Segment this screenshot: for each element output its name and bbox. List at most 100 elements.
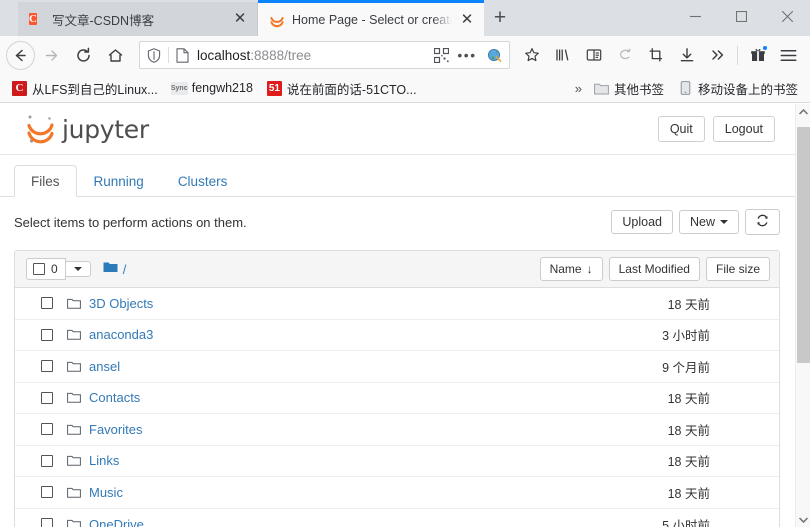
bookmark-star-icon[interactable]	[516, 40, 547, 70]
shield-icon[interactable]	[140, 47, 168, 63]
quit-button[interactable]: Quit	[657, 116, 705, 142]
sort-by-modified-button[interactable]: Last Modified	[608, 257, 700, 281]
ellipsis-icon[interactable]: •••	[454, 48, 480, 62]
tab-running[interactable]: Running	[77, 165, 161, 197]
file-name-link[interactable]: Music	[89, 485, 123, 500]
row-checkbox[interactable]	[41, 486, 53, 499]
download-icon[interactable]	[671, 40, 702, 70]
row-checkbox[interactable]	[41, 423, 53, 436]
table-row[interactable]: Music 18 天前	[15, 477, 779, 509]
row-checkbox[interactable]	[41, 328, 53, 341]
browser-toolbar-icons	[516, 40, 804, 70]
reader-view-icon[interactable]	[578, 40, 609, 70]
bookmark-mobile-folder-label: 移动设备上的书签	[697, 82, 798, 97]
jupyter-header: jupyter Quit Logout	[0, 104, 795, 155]
library-icon[interactable]	[547, 40, 578, 70]
select-all-button[interactable]: 0	[26, 258, 66, 280]
close-icon[interactable]: ✕	[232, 11, 248, 27]
address-bar[interactable]: localhost:8888/tree •••	[139, 41, 510, 69]
overflow-chevrons-icon[interactable]	[702, 40, 733, 70]
scroll-down-arrow-icon[interactable]	[796, 512, 810, 527]
row-checkbox[interactable]	[41, 518, 53, 527]
tab-clusters[interactable]: Clusters	[161, 165, 245, 197]
file-name-link[interactable]: Contacts	[89, 390, 140, 405]
qr-code-icon[interactable]	[430, 47, 452, 63]
file-name-link[interactable]: ansel	[89, 359, 120, 374]
breadcrumb-root[interactable]: /	[123, 262, 127, 277]
hamburger-menu-icon[interactable]	[773, 40, 804, 70]
table-row[interactable]: anaconda3 3 小时前	[15, 320, 779, 351]
back-icon[interactable]	[6, 40, 35, 70]
row-checkbox[interactable]	[41, 454, 53, 467]
sort-by-size-button[interactable]: File size	[705, 257, 770, 281]
row-checkbox[interactable]	[41, 391, 53, 404]
selected-count: 0	[51, 262, 58, 276]
file-modified: 3 小时前	[662, 329, 710, 344]
bookmarks-overflow-icon[interactable]: »	[571, 81, 586, 96]
close-icon[interactable]: ✕	[459, 11, 475, 28]
bookmark-other-folder-label: 其他书签	[613, 82, 664, 97]
file-modified: 5 小时前	[662, 518, 710, 527]
upload-button[interactable]: Upload	[611, 210, 673, 234]
forward-icon	[36, 40, 67, 70]
table-row[interactable]: ansel 9 个月前	[15, 351, 779, 383]
notification-dot	[762, 45, 768, 51]
file-name-link[interactable]: anaconda3	[89, 327, 153, 342]
refresh-button[interactable]	[745, 209, 780, 235]
home-icon[interactable]	[100, 40, 131, 70]
chevron-down-icon	[720, 220, 728, 224]
jupyter-icon	[269, 12, 285, 28]
bookmark-item-1[interactable]: Sync fengwh218	[166, 79, 259, 98]
window-controls	[672, 0, 810, 33]
browser-tab-2[interactable]: Home Page - Select or create ✕	[258, 0, 484, 36]
file-list: 0 / Name ↓ Last Modified File size 3D Ob…	[14, 250, 780, 527]
table-row[interactable]: Contacts 18 天前	[15, 383, 779, 414]
new-dropdown-button[interactable]: New	[678, 210, 739, 234]
scrollbar-thumb[interactable]	[797, 127, 810, 363]
bookmark-other-folder[interactable]: 其他书签	[588, 77, 670, 100]
table-row[interactable]: OneDrive 5 小时前	[15, 509, 779, 527]
table-row[interactable]: 3D Objects 18 天前	[15, 288, 779, 320]
file-name-link[interactable]: 3D Objects	[89, 296, 153, 311]
folder-icon	[67, 487, 81, 498]
minimize-button[interactable]	[672, 0, 718, 33]
file-name-link[interactable]: Links	[89, 453, 119, 468]
file-name-link[interactable]: OneDrive	[89, 517, 144, 527]
new-tab-button[interactable]: +	[484, 3, 516, 33]
toolbar-divider	[737, 45, 738, 65]
globe-icon[interactable]	[482, 48, 506, 63]
tab-strip: C 写文章-CSDN博客 ✕ Home Page - Select or cre…	[0, 0, 810, 36]
close-button[interactable]	[764, 0, 810, 33]
mobile-icon	[678, 81, 693, 96]
vertical-scrollbar[interactable]	[795, 104, 810, 527]
refresh-icon	[756, 214, 769, 230]
gift-icon[interactable]	[742, 40, 773, 70]
bookmark-item-2[interactable]: 51 说在前面的话-51CTO...	[261, 77, 423, 100]
scroll-up-arrow-icon[interactable]	[796, 104, 810, 119]
table-row[interactable]: Links 18 天前	[15, 446, 779, 477]
screenshot-icon[interactable]	[640, 40, 671, 70]
pocket-icon[interactable]	[609, 40, 640, 70]
bookmark-item-0[interactable]: C 从LFS到自己的Linux...	[6, 77, 164, 100]
maximize-button[interactable]	[718, 0, 764, 33]
file-name-link[interactable]: Favorites	[89, 422, 142, 437]
logout-button[interactable]: Logout	[712, 116, 775, 142]
scrollbar-track[interactable]	[796, 119, 810, 512]
row-checkbox[interactable]	[41, 297, 53, 310]
file-modified: 18 天前	[667, 297, 710, 312]
tab-files[interactable]: Files	[14, 165, 77, 197]
reload-icon[interactable]	[68, 40, 99, 70]
new-dropdown-label: New	[689, 215, 715, 229]
url-text[interactable]: localhost:8888/tree	[195, 48, 430, 63]
browser-tab-1[interactable]: C 写文章-CSDN博客 ✕	[18, 2, 258, 36]
jupyter-logo[interactable]: jupyter	[24, 110, 149, 148]
sort-by-name-button[interactable]: Name ↓	[539, 257, 603, 281]
select-all-checkbox[interactable]	[33, 263, 45, 275]
bookmark-mobile-folder[interactable]: 移动设备上的书签	[672, 77, 804, 100]
table-row[interactable]: Favorites 18 天前	[15, 414, 779, 446]
row-checkbox[interactable]	[41, 360, 53, 373]
file-modified: 18 天前	[667, 392, 710, 407]
select-dropdown-button[interactable]	[65, 261, 91, 277]
folder-icon	[67, 298, 81, 309]
folder-icon	[67, 361, 81, 372]
